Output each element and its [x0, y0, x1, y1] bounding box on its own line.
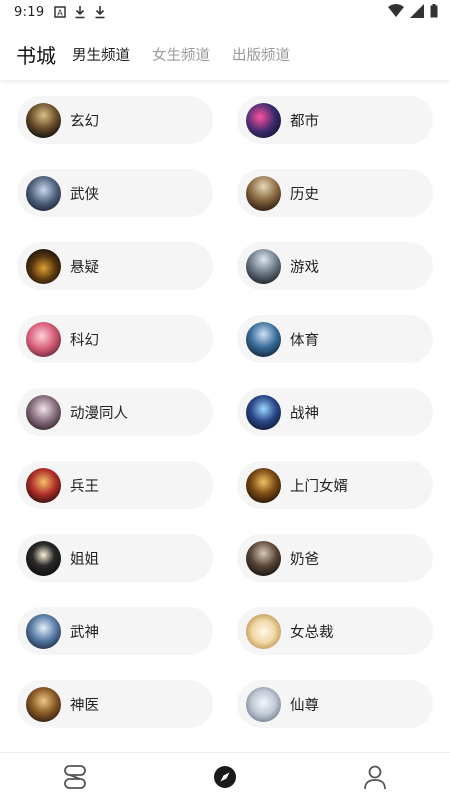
category-label: 姐姐: [70, 551, 99, 568]
book-cover-thumbnail: [246, 540, 281, 576]
category-label: 游戏: [290, 259, 319, 276]
category-label: 奶爸: [290, 551, 319, 568]
book-cover-thumbnail: [26, 613, 61, 649]
book-cover-thumbnail: [26, 686, 61, 722]
page-title: 书城: [16, 44, 56, 68]
category-label: 上门女婿: [290, 478, 348, 495]
category-card[interactable]: 姐姐: [17, 534, 213, 582]
book-cover-thumbnail: [26, 321, 61, 357]
book-cover-thumbnail: [246, 467, 281, 503]
nav-bookshelf[interactable]: [61, 763, 89, 791]
category-label: 武侠: [70, 186, 99, 203]
book-cover-thumbnail: [246, 613, 281, 649]
bottom-nav: [0, 752, 450, 800]
category-label: 都市: [290, 113, 319, 130]
battery-icon: [430, 4, 438, 18]
category-label: 女总裁: [290, 624, 334, 641]
category-card[interactable]: 战神: [237, 388, 433, 436]
category-card[interactable]: 历史: [237, 169, 433, 217]
svg-text:A: A: [57, 9, 63, 18]
status-time: 9:19: [14, 5, 45, 20]
category-card[interactable]: 仙尊: [237, 680, 433, 728]
book-cover-thumbnail: [26, 248, 61, 284]
category-label: 体育: [290, 332, 319, 349]
category-card[interactable]: 悬疑: [17, 242, 213, 290]
category-card[interactable]: 武侠: [17, 169, 213, 217]
category-card[interactable]: 奶爸: [237, 534, 433, 582]
category-label: 仙尊: [290, 697, 319, 714]
category-card[interactable]: 神医: [17, 680, 213, 728]
category-label: 科幻: [70, 332, 99, 349]
compass-icon: [214, 766, 236, 788]
download-icon: [95, 6, 105, 19]
book-cover-thumbnail: [246, 248, 281, 284]
category-label: 动漫同人: [70, 405, 128, 422]
book-cover-thumbnail: [26, 175, 61, 211]
category-card[interactable]: 科幻: [17, 315, 213, 363]
category-label: 玄幻: [70, 113, 99, 130]
tab-publish-channel[interactable]: 出版频道: [232, 44, 290, 65]
category-label: 兵王: [70, 478, 99, 495]
category-label: 武神: [70, 624, 99, 641]
notification-a-icon: A: [54, 6, 66, 18]
book-cover-thumbnail: [246, 394, 281, 430]
category-card[interactable]: 都市: [237, 96, 433, 144]
status-bar: 9:19 A: [0, 0, 450, 26]
download-icon: [75, 6, 85, 19]
book-cover-thumbnail: [246, 686, 281, 722]
header: 书城 男生频道 女生频道 出版频道: [0, 26, 450, 80]
wifi-icon: [388, 4, 404, 17]
tab-male-channel[interactable]: 男生频道: [72, 44, 130, 65]
category-label: 战神: [290, 405, 319, 422]
category-card[interactable]: 体育: [237, 315, 433, 363]
book-cover-thumbnail: [26, 102, 61, 138]
category-label: 神医: [70, 697, 99, 714]
category-card[interactable]: 动漫同人: [17, 388, 213, 436]
category-card[interactable]: 玄幻: [17, 96, 213, 144]
book-cover-thumbnail: [26, 467, 61, 503]
nav-profile[interactable]: [361, 763, 389, 791]
category-label: 历史: [290, 186, 319, 203]
book-cover-thumbnail: [246, 321, 281, 357]
category-card[interactable]: 游戏: [237, 242, 433, 290]
book-cover-thumbnail: [26, 394, 61, 430]
nav-discover[interactable]: [211, 763, 239, 791]
signal-icon: [410, 4, 424, 18]
book-cover-thumbnail: [246, 175, 281, 211]
book-cover-thumbnail: [26, 540, 61, 576]
category-card[interactable]: 武神: [17, 607, 213, 655]
tab-female-channel[interactable]: 女生频道: [152, 44, 210, 65]
bookshelf-icon: [64, 765, 86, 789]
user-icon: [364, 765, 386, 790]
category-card[interactable]: 上门女婿: [237, 461, 433, 509]
category-card[interactable]: 兵王: [17, 461, 213, 509]
category-card[interactable]: 女总裁: [237, 607, 433, 655]
book-cover-thumbnail: [246, 102, 281, 138]
category-label: 悬疑: [70, 259, 99, 276]
